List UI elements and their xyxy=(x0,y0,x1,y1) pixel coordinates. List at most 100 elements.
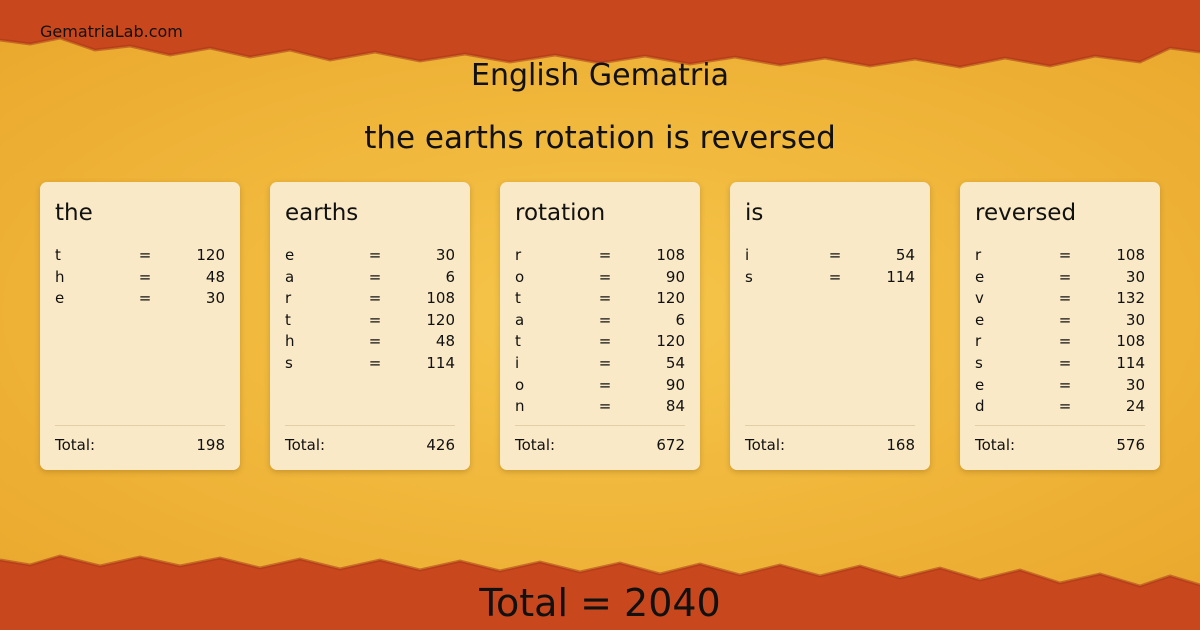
word-total-label: Total: xyxy=(55,436,96,454)
word-total-label: Total: xyxy=(515,436,556,454)
equals-sign: = xyxy=(1058,310,1072,329)
letter-value: 120 xyxy=(426,310,455,329)
equals-sign: = xyxy=(1058,289,1072,308)
letter-row: s = 114 xyxy=(285,353,455,375)
equals-sign: = xyxy=(368,267,382,286)
letter: r xyxy=(515,246,522,264)
equals-sign: = xyxy=(368,246,382,264)
grand-total: Total = 2040 xyxy=(479,581,721,625)
letter: a xyxy=(515,310,525,329)
letter: n xyxy=(515,397,525,416)
word-total-value: 168 xyxy=(886,436,915,454)
letter-value: 30 xyxy=(435,246,455,264)
letter: t xyxy=(515,332,521,351)
word-card: rotation r = 108 o = 90 t = 120 a = 6 t = 120 i = 54 o = 90 n =… xyxy=(500,182,700,470)
equals-sign: = xyxy=(598,289,612,308)
word-total-label: Total: xyxy=(285,436,326,454)
word-total-value: 672 xyxy=(656,436,685,454)
letter-value: 108 xyxy=(656,246,685,264)
word-total-value: 426 xyxy=(426,436,455,454)
site-link[interactable]: GematriaLab.com xyxy=(40,22,183,41)
letter-row: e = 30 xyxy=(975,375,1145,397)
letter-value: 108 xyxy=(1116,246,1145,264)
equals-sign: = xyxy=(598,332,612,351)
equals-sign: = xyxy=(138,267,152,286)
letter-row: o = 90 xyxy=(515,375,685,397)
letter: s xyxy=(285,353,293,372)
letter-value: 54 xyxy=(665,353,685,372)
letter-list: r = 108 o = 90 t = 120 a = 6 t = 120 i = 54 o = 90 n = 84 xyxy=(515,245,685,418)
letter-row: t = 120 xyxy=(285,310,455,332)
letter: t xyxy=(55,246,61,264)
letter-value: 114 xyxy=(1116,353,1145,372)
letter-row: r = 108 xyxy=(975,245,1145,267)
equals-sign: = xyxy=(1058,267,1072,286)
letter: r xyxy=(975,246,982,264)
letter-row: a = 6 xyxy=(285,267,455,289)
equals-sign: = xyxy=(368,353,382,372)
letter-row: n = 84 xyxy=(515,396,685,418)
divider xyxy=(745,425,915,426)
word-total-value: 198 xyxy=(196,436,225,454)
letter-row: e = 30 xyxy=(975,267,1145,289)
letter: s xyxy=(975,353,983,372)
equals-sign: = xyxy=(1058,332,1072,351)
letter: e xyxy=(55,289,65,308)
letter: t xyxy=(285,310,291,329)
letter-row: v = 132 xyxy=(975,288,1145,310)
letter-row: t = 120 xyxy=(515,331,685,353)
letter-value: 6 xyxy=(445,267,455,286)
letter-value: 84 xyxy=(665,397,685,416)
letter: a xyxy=(285,267,295,286)
letter-value: 30 xyxy=(1125,267,1145,286)
equals-sign: = xyxy=(828,246,842,264)
letter-value: 24 xyxy=(1125,397,1145,416)
divider xyxy=(285,425,455,426)
word-total-label: Total: xyxy=(745,436,786,454)
phrase-heading: the earths rotation is reversed xyxy=(364,120,836,156)
letter-value: 30 xyxy=(1125,310,1145,329)
letter-value: 120 xyxy=(656,289,685,308)
divider xyxy=(975,425,1145,426)
equals-sign: = xyxy=(368,310,382,329)
letter: o xyxy=(515,375,525,394)
letter-row: s = 114 xyxy=(975,353,1145,375)
letter-value: 108 xyxy=(1116,332,1145,351)
letter-row: s = 114 xyxy=(745,267,915,289)
letter-value: 108 xyxy=(426,289,455,308)
equals-sign: = xyxy=(598,246,612,264)
equals-sign: = xyxy=(598,397,612,416)
letter-value: 30 xyxy=(1125,375,1145,394)
letter: v xyxy=(975,289,984,308)
equals-sign: = xyxy=(598,267,612,286)
letter: e xyxy=(285,246,295,264)
letter-row: r = 108 xyxy=(285,288,455,310)
letter-value: 120 xyxy=(656,332,685,351)
letter-value: 48 xyxy=(435,332,455,351)
cipher-title: English Gematria xyxy=(471,58,729,93)
letter-value: 6 xyxy=(675,310,685,329)
letter-list: i = 54 s = 114 xyxy=(745,245,915,288)
equals-sign: = xyxy=(1058,353,1072,372)
letter-row: e = 30 xyxy=(55,288,225,310)
letter-list: t = 120 h = 48 e = 30 xyxy=(55,245,225,310)
word-card: earths e = 30 a = 6 r = 108 t = 120 h = 48 s = 114 Total: 42… xyxy=(270,182,470,470)
equals-sign: = xyxy=(368,332,382,351)
word-total-value: 576 xyxy=(1116,436,1145,454)
letter-value: 48 xyxy=(205,267,225,286)
equals-sign: = xyxy=(598,310,612,329)
letter-row: e = 30 xyxy=(285,245,455,267)
letter-row: i = 54 xyxy=(515,353,685,375)
letter-value: 120 xyxy=(196,246,225,264)
letter-value: 114 xyxy=(426,353,455,372)
letter-row: h = 48 xyxy=(55,267,225,289)
letter: h xyxy=(55,267,65,286)
equals-sign: = xyxy=(1058,375,1072,394)
letter-row: a = 6 xyxy=(515,310,685,332)
word-card: is i = 54 s = 114 Total: 168 xyxy=(730,182,930,470)
equals-sign: = xyxy=(1058,246,1072,264)
letter-row: r = 108 xyxy=(515,245,685,267)
letter: i xyxy=(745,246,750,264)
letter-row: t = 120 xyxy=(515,288,685,310)
letter-row: i = 54 xyxy=(745,245,915,267)
